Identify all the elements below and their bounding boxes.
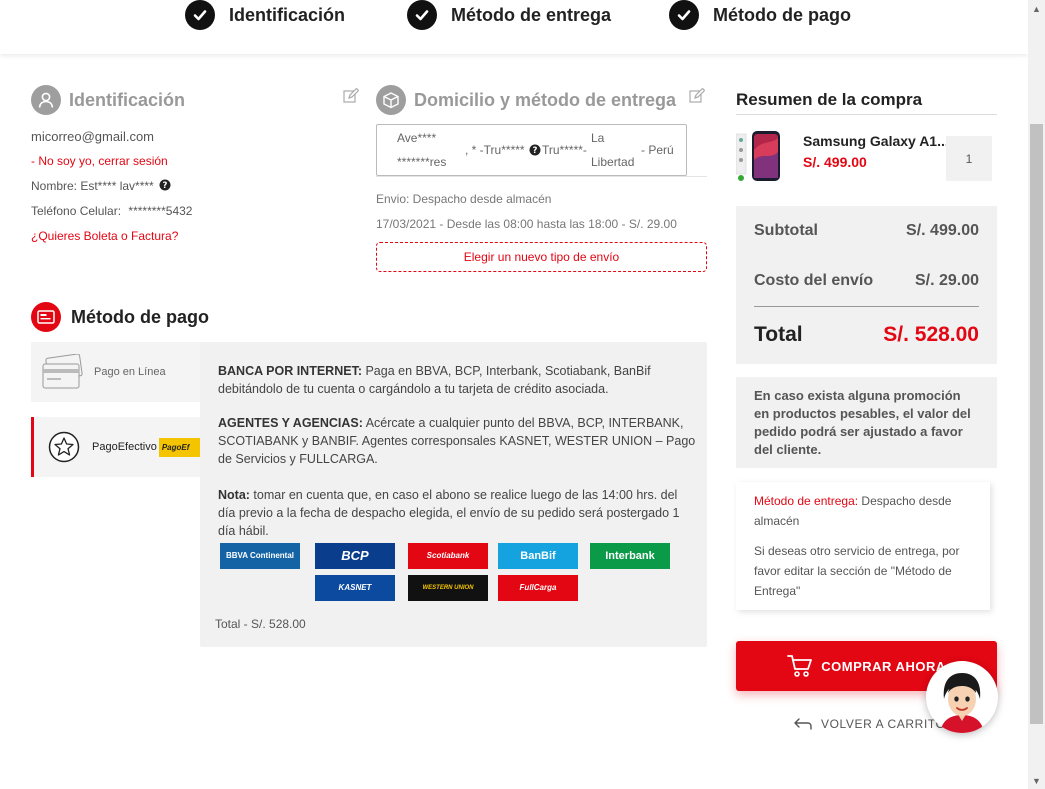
shipping-type: Envio: Despacho desde almacén [376, 192, 552, 206]
box-icon [376, 85, 406, 115]
help-icon[interactable]: ? [529, 144, 541, 156]
promo-note: En caso exista alguna promoción en produ… [736, 377, 997, 468]
user-name: Nombre: Est**** lav**** ? [31, 179, 171, 193]
shipping-cost-label: Costo del envío [754, 272, 874, 289]
payment-option-pagoefectivo[interactable]: PagoEfectivo PagoEf [31, 417, 203, 477]
card-icon [31, 302, 61, 332]
shipping-cost-row: Costo del envío S/. 29.00 [754, 272, 979, 290]
scroll-up-arrow-icon[interactable]: ▲ [1028, 0, 1045, 17]
scroll-down-arrow-icon[interactable]: ▼ [1028, 772, 1045, 789]
bank-logo-fullcarga: FullCarga [498, 575, 578, 601]
check-icon [407, 0, 437, 30]
summary-title: Resumen de la compra [736, 90, 923, 109]
payment-total: Total - S/. 528.00 [215, 617, 306, 631]
product-name[interactable]: Samsung Galaxy A1... [803, 133, 949, 149]
logout-link[interactable]: - No soy yo, cerrar sesión [31, 154, 168, 168]
delivery-method-line: Método de entrega: Despacho desde almacé… [754, 494, 952, 528]
assistant-face-icon [940, 673, 984, 733]
scrollbar-thumb[interactable] [1030, 124, 1043, 724]
chat-assistant-avatar[interactable] [926, 661, 998, 733]
detail-internet-banking: BANCA POR INTERNET: Paga en BBVA, BCP, I… [218, 364, 651, 396]
divider [376, 176, 707, 177]
address-part: La [591, 131, 605, 145]
payment-option-label: PagoEfectivo [92, 441, 157, 453]
return-arrow-icon [794, 718, 812, 730]
subtotal-label: Subtotal [754, 222, 818, 239]
payment-option-label: Pago en Línea [94, 366, 166, 378]
svg-text:?: ? [163, 181, 168, 191]
total-label: Total [754, 323, 803, 346]
address-part: - Perú [641, 143, 674, 157]
product-image[interactable] [736, 130, 786, 185]
bank-logo-interbank: Interbank [590, 543, 670, 569]
pagoefectivo-logo: PagoEf [158, 437, 200, 457]
payment-title: Método de pago [71, 306, 209, 327]
total-row: Total S/. 528.00 [754, 323, 979, 347]
bank-logo-scotiabank: Scotiabank [408, 543, 488, 569]
product-price: S/. 499.00 [803, 154, 867, 170]
bank-logo-banbif: BanBif [498, 543, 578, 569]
step-label: Método de pago [713, 4, 851, 25]
step-delivery: Método de entrega [407, 0, 611, 30]
invoice-link[interactable]: ¿Quieres Boleta o Factura? [31, 229, 178, 243]
delivery-help-text: Si deseas otro servicio de entrega, por … [754, 544, 960, 598]
change-shipping-button[interactable]: Elegir un nuevo tipo de envío [376, 242, 707, 272]
phone-value: ********5432 [128, 204, 193, 218]
address-part: , * -Tru***** [465, 143, 525, 157]
payment-option-online[interactable]: Pago en Línea [31, 342, 203, 402]
edit-icon[interactable] [689, 88, 705, 104]
step-payment: Método de pago [669, 0, 851, 30]
back-to-cart-label: VOLVER A CARRITO [821, 717, 946, 731]
bank-logo-bbva: BBVA Continental [220, 543, 300, 569]
svg-text:?: ? [533, 146, 538, 156]
delivery-note-card: Método de entrega: Despacho desde almacé… [736, 482, 990, 610]
detail-note: Nota: tomar en cuenta que, en caso el ab… [218, 488, 680, 538]
back-to-cart-link[interactable]: VOLVER A CARRITO [794, 717, 946, 731]
divider [754, 306, 979, 307]
star-icon [48, 431, 80, 463]
detail-agents: AGENTES Y AGENCIAS: Acércate a cualquier… [218, 416, 696, 466]
shipping-schedule: 17/03/2021 - Desde las 08:00 hasta las 1… [376, 217, 677, 231]
bank-logo-kasnet: KASNET [315, 575, 395, 601]
delivery-header: Domicilio y método de entrega [376, 85, 676, 115]
identification-title: Identificación [69, 89, 186, 110]
quantity-field[interactable]: 1 [946, 136, 992, 181]
phone-label: Teléfono Celular: [31, 204, 122, 218]
payment-header: Método de pago [31, 302, 209, 332]
step-label: Método de entrega [451, 4, 612, 25]
payment-detail-panel: BANCA POR INTERNET: Paga en BBVA, BCP, I… [200, 342, 707, 647]
subtotal-row: Subtotal S/. 499.00 [754, 222, 979, 240]
step-identification: Identificación [185, 0, 345, 30]
edit-icon[interactable] [343, 88, 359, 104]
subtotal-value: S/. 499.00 [906, 222, 979, 239]
address-part: Ave**** [397, 131, 437, 145]
buy-now-label: COMPRAR AHORA [821, 658, 946, 674]
totals-panel: Subtotal S/. 499.00 Costo del envío S/. … [736, 206, 997, 364]
user-email: micorreo@gmail.com [31, 129, 154, 144]
check-icon [669, 0, 699, 30]
divider [736, 114, 997, 115]
address-part: Libertad [591, 155, 635, 169]
address-box: Ave**** *******res , * -Tru***** ? Tru**… [376, 124, 687, 176]
bank-logo-western-union: WESTERN UNION [408, 575, 488, 601]
cards-icon [42, 354, 83, 389]
address-part: *******res [397, 155, 447, 169]
identification-header: Identificación [31, 85, 185, 115]
scrollbar[interactable]: ▲ ▼ [1028, 0, 1045, 789]
check-icon [185, 0, 215, 30]
checkout-stepper: Identificación Método de entrega Método … [0, 0, 1028, 54]
step-label: Identificación [229, 4, 346, 25]
user-icon [31, 85, 61, 115]
total-value: S/. 528.00 [883, 323, 979, 346]
cart-icon [787, 655, 813, 677]
shipping-cost-value: S/. 29.00 [914, 272, 979, 289]
delivery-title: Domicilio y método de entrega [414, 89, 677, 110]
user-phone: Teléfono Celular: ********5432 [31, 204, 192, 218]
address-part: Tru*****- [542, 143, 587, 157]
help-icon[interactable]: ? [159, 179, 171, 191]
bank-logo-bcp: BCP [315, 543, 395, 569]
user-name-text: Nombre: Est**** lav**** [31, 179, 154, 193]
